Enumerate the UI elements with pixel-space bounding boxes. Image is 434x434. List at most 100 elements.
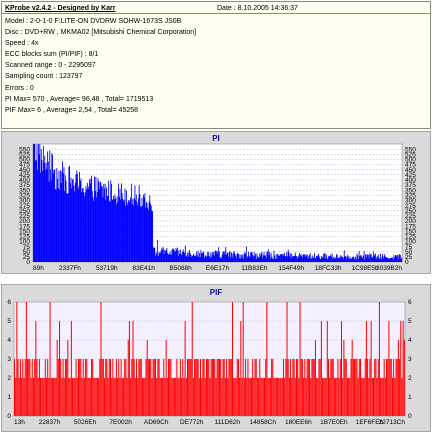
pif-bar	[268, 378, 270, 416]
pif-bar	[192, 378, 194, 416]
pif-bar	[48, 378, 50, 416]
pif-bar	[181, 378, 183, 416]
pif-bar	[19, 359, 21, 416]
pif-bar	[42, 378, 44, 416]
pif-bar	[186, 359, 188, 416]
pif-y-tick-label-right: 4	[408, 337, 412, 344]
pif-bar	[262, 378, 264, 416]
pif-bar	[179, 359, 181, 416]
pif-bar	[247, 359, 249, 416]
pif-bar	[312, 359, 314, 416]
pif-bar	[108, 359, 110, 416]
pif-bar	[282, 359, 284, 416]
pi-x-tick-label: 83E41h	[132, 265, 155, 272]
pif-bar	[358, 359, 360, 416]
pif-bar	[313, 359, 315, 416]
pif-bar	[226, 359, 228, 416]
pif-bar	[374, 359, 376, 416]
pif-bar	[152, 359, 154, 416]
pif-bar	[128, 321, 130, 416]
pif-bar	[323, 378, 325, 416]
pif-bar	[177, 378, 179, 416]
pif-bar	[200, 359, 202, 416]
pif-bar	[151, 378, 153, 416]
pif-bar	[89, 378, 91, 416]
pif-bar	[35, 321, 37, 416]
pif-bar	[66, 359, 68, 416]
pif-bar	[402, 321, 404, 416]
pif-bar	[68, 378, 70, 416]
pif-bar	[60, 359, 62, 416]
pif-bar	[389, 359, 391, 416]
pif-bar	[86, 359, 88, 416]
pif-bar	[213, 359, 215, 416]
pif-bar	[194, 359, 196, 416]
pif-bar	[125, 359, 127, 416]
pif-bar	[94, 378, 96, 416]
pif-bar	[106, 359, 108, 416]
pif-bar	[266, 302, 268, 416]
pif-bar	[250, 378, 252, 416]
pif-bar	[255, 359, 257, 416]
pif-bar	[242, 302, 244, 416]
info-speed: Speed : 4x	[5, 40, 39, 48]
pif-bar	[361, 378, 363, 416]
pif-bar	[243, 378, 245, 416]
pif-bar	[333, 378, 335, 416]
pif-bar	[211, 359, 213, 416]
pif-bar	[339, 359, 341, 416]
pif-x-tick-label: 22837h	[39, 419, 61, 426]
pif-bar	[311, 359, 313, 416]
pif-bar	[75, 359, 77, 416]
pif-bar	[253, 378, 255, 416]
pif-bar	[271, 359, 273, 416]
pif-bar	[30, 378, 32, 416]
pif-x-tick-label: 13h	[14, 419, 25, 426]
pif-bar	[132, 321, 134, 416]
pif-bar	[95, 378, 97, 416]
pif-bar	[67, 340, 69, 416]
pif-bar	[41, 378, 43, 416]
pif-bar	[369, 359, 371, 416]
pif-bar	[280, 378, 282, 416]
pif-bar	[24, 359, 26, 416]
pif-bar	[279, 378, 281, 416]
pif-bar	[107, 378, 109, 416]
pif-bar	[28, 359, 30, 416]
pif-x-tick-label: 180EE6h	[285, 419, 312, 426]
pif-x-tick-label: 22713Ch	[379, 419, 406, 426]
pif-bar	[326, 321, 328, 416]
pif-y-tick-label-right: 5	[408, 318, 412, 325]
pif-bar	[29, 359, 31, 416]
pif-bar	[346, 378, 348, 416]
pif-bar	[182, 359, 184, 416]
pif-bar	[18, 378, 20, 416]
pif-bar	[230, 359, 232, 416]
pif-bar	[53, 378, 55, 416]
pif-bar	[50, 378, 52, 416]
pif-y-tick-label: 3	[7, 356, 11, 363]
pif-bar	[99, 359, 101, 416]
pif-bar	[227, 378, 229, 416]
pi-y-tick-label-right: 550	[405, 146, 416, 153]
pif-bar	[87, 378, 89, 416]
pif-bar	[354, 359, 356, 416]
pi-x-tick-label: 2039B2h	[376, 265, 402, 272]
pif-bar	[88, 378, 90, 416]
pif-bar	[64, 359, 66, 416]
pif-bar	[234, 378, 236, 416]
pif-bar	[76, 378, 78, 416]
pif-bar	[364, 359, 366, 416]
pif-bar	[56, 340, 58, 416]
pif-bar	[168, 359, 170, 416]
pif-bar	[256, 378, 258, 416]
pif-bar	[239, 378, 241, 416]
pif-bar	[38, 359, 40, 416]
pif-bar	[127, 340, 129, 416]
pif-bar	[325, 378, 327, 416]
pif-x-tick-label: 14858Ch	[250, 419, 277, 426]
pif-bar	[205, 359, 207, 416]
pif-bar	[111, 378, 113, 416]
pif-bar	[306, 359, 308, 416]
pif-bar	[43, 378, 45, 416]
